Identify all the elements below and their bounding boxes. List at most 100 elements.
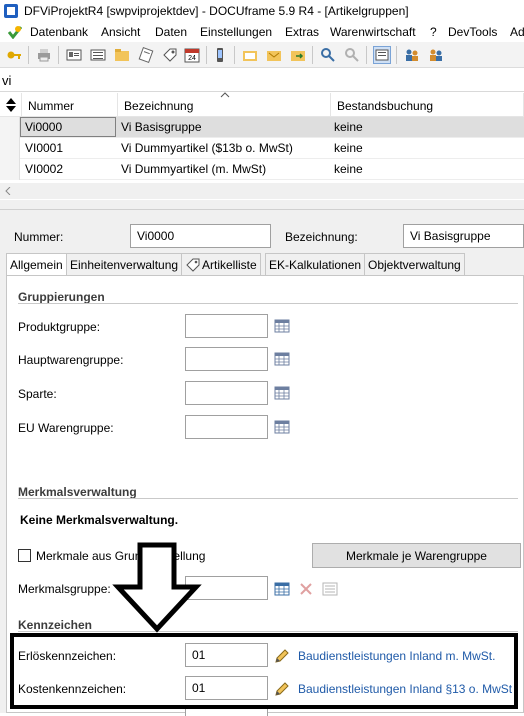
edit-pencil-icon[interactable] xyxy=(274,681,290,697)
folder-open-icon[interactable] xyxy=(242,47,258,63)
section-title-gruppierungen: Gruppierungen xyxy=(18,290,105,304)
table-lookup-icon[interactable] xyxy=(274,581,290,597)
tag-icon[interactable] xyxy=(162,47,178,63)
section-divider xyxy=(18,303,518,304)
erloeskennzeichen-label: Erlöskennzeichen: xyxy=(18,649,117,663)
key-icon[interactable] xyxy=(6,47,22,63)
menu-extras[interactable]: Extras xyxy=(285,25,319,39)
table-lookup-icon[interactable] xyxy=(274,351,290,367)
svg-text:24: 24 xyxy=(188,55,196,62)
merkmalsgruppe-field[interactable] xyxy=(185,576,268,600)
tab-einheitenverwaltung[interactable]: Einheitenverwaltung xyxy=(66,253,183,275)
column-header-bezeichnung-label: Bezeichnung xyxy=(124,99,194,113)
merkmalsgruppe-label: Merkmalsgruppe: xyxy=(18,582,111,596)
delete-icon[interactable] xyxy=(298,581,314,597)
section-divider xyxy=(18,631,518,632)
tab-artikelliste-label: Artikelliste xyxy=(202,258,257,272)
tab-allgemein[interactable]: Allgemein xyxy=(6,253,67,276)
tab-objektverwaltung[interactable]: Objektverwaltung xyxy=(364,253,465,275)
filter-input[interactable] xyxy=(2,71,520,89)
menu-bar: Datenbank Ansicht Daten Einstellungen Ex… xyxy=(0,22,524,42)
produktgruppe-field[interactable] xyxy=(185,314,268,338)
card-icon[interactable] xyxy=(66,47,82,63)
tab-artikelliste[interactable]: Artikelliste xyxy=(181,253,261,275)
menu-ansicht[interactable]: Ansicht xyxy=(101,25,140,39)
list-icon[interactable] xyxy=(90,47,106,63)
search-next-icon[interactable] xyxy=(344,47,360,63)
kostenkennzeichen-field[interactable]: 01 xyxy=(185,676,268,700)
stamp-icon[interactable] xyxy=(138,47,154,63)
cell-bestandsbuchung: keine xyxy=(334,120,363,134)
merkmale-je-warengruppe-button[interactable]: Merkmale je Warengruppe xyxy=(312,543,521,568)
menu-daten[interactable]: Daten xyxy=(155,25,187,39)
merkmale-notice: Keine Merkmalsverwaltung. xyxy=(20,513,179,527)
tab-ek-kalkulationen[interactable]: EK-Kalkulationen xyxy=(265,253,366,275)
merkmale-grundeinstellung-label[interactable]: Merkmale aus Grundeinstellung xyxy=(36,549,205,563)
column-header-bezeichnung[interactable]: Bezeichnung xyxy=(118,92,331,117)
erloeskennzeichen-field[interactable]: 01 xyxy=(185,643,268,667)
section-title-kennzeichen: Kennzeichen xyxy=(18,618,93,632)
sparte-field[interactable] xyxy=(185,381,268,405)
eu-warengruppe-label: EU Warengruppe: xyxy=(18,421,114,435)
cell-bezeichnung: Vi Dummyartikel ($13b o. MwSt) xyxy=(121,141,293,155)
horizontal-scrollbar[interactable] xyxy=(0,183,524,199)
table-row[interactable]: Vi0000 Vi Basisgruppe keine xyxy=(0,117,524,138)
folder-arrow-icon[interactable] xyxy=(290,47,306,63)
cell-nummer: VI0002 xyxy=(25,162,64,176)
menu-help[interactable]: ? xyxy=(430,25,437,39)
cell-bezeichnung: Vi Dummyartikel (m. MwSt) xyxy=(121,162,267,176)
nummer-label: Nummer: xyxy=(14,230,64,244)
cell-nummer: Vi0000 xyxy=(25,120,63,134)
folder-icon[interactable] xyxy=(114,47,130,63)
menu-warenwirtschaft[interactable]: Warenwirtschaft xyxy=(330,25,416,39)
kostenkennzeichen-link[interactable]: Baudienstleistungen Inland §13 o. MwSt xyxy=(298,682,512,696)
hauptwarengruppe-field[interactable] xyxy=(185,347,268,371)
bezeichnung-field[interactable]: Vi Basisgruppe xyxy=(403,224,524,248)
tag-icon xyxy=(186,258,200,272)
row-header[interactable] xyxy=(0,159,20,180)
menu-ad[interactable]: Ad xyxy=(510,25,524,39)
edit-pencil-icon[interactable] xyxy=(274,648,290,664)
row-header[interactable] xyxy=(0,138,20,159)
bezeichnung-label: Bezeichnung: xyxy=(285,230,358,244)
users-settings-icon[interactable] xyxy=(428,47,444,63)
column-header-nummer[interactable]: Nummer xyxy=(22,93,118,117)
table-lookup-icon[interactable] xyxy=(274,318,290,334)
table-lookup-icon[interactable] xyxy=(274,385,290,401)
table-row[interactable]: VI0002 Vi Dummyartikel (m. MwSt) keine xyxy=(0,159,524,180)
app-logo-icon[interactable] xyxy=(8,25,22,39)
erloeskennzeichen-link[interactable]: Baudienstleistungen Inland m. MwSt. xyxy=(298,649,495,663)
users-icon[interactable] xyxy=(404,47,420,63)
menu-datenbank[interactable]: Datenbank xyxy=(30,25,88,39)
nummer-field[interactable]: Vi0000 xyxy=(130,224,271,248)
mail-folder-icon[interactable] xyxy=(266,47,282,63)
calendar-icon[interactable]: 24 xyxy=(184,47,200,63)
form-view-icon[interactable] xyxy=(373,46,391,64)
table-row[interactable]: VI0001 Vi Dummyartikel ($13b o. MwSt) ke… xyxy=(0,138,524,159)
sort-arrows-icon xyxy=(6,98,16,112)
sort-toggle[interactable] xyxy=(0,93,22,117)
scroll-left-icon[interactable] xyxy=(5,187,11,195)
section-title-merkmalsverwaltung: Merkmalsverwaltung xyxy=(18,485,137,499)
title-bar: DFViProjektR4 [swpviprojektdev] - DOCUfr… xyxy=(0,0,524,22)
splitter[interactable] xyxy=(0,200,524,210)
phone-icon[interactable] xyxy=(212,47,228,63)
produktgruppe-label: Produktgruppe: xyxy=(18,320,101,334)
details-icon[interactable] xyxy=(322,581,338,597)
merkmale-grundeinstellung-checkbox[interactable] xyxy=(18,549,31,562)
column-header-bestandsbuchung[interactable]: Bestandsbuchung xyxy=(331,93,524,117)
print-icon[interactable] xyxy=(36,47,52,63)
sort-ascending-icon xyxy=(220,92,230,98)
eu-warengruppe-field[interactable] xyxy=(185,415,268,439)
toolbar: 24 xyxy=(0,42,524,68)
hauptwarengruppe-label: Hauptwarengruppe: xyxy=(18,353,124,367)
row-header[interactable] xyxy=(0,117,20,138)
search-icon[interactable] xyxy=(320,47,336,63)
table-lookup-icon[interactable] xyxy=(274,419,290,435)
menu-einstellungen[interactable]: Einstellungen xyxy=(200,25,272,39)
menu-devtools[interactable]: DevTools xyxy=(448,25,497,39)
cell-bestandsbuchung: keine xyxy=(334,162,363,176)
section-divider xyxy=(18,498,518,499)
sparte-label: Sparte: xyxy=(18,387,57,401)
next-field-partial[interactable] xyxy=(185,708,268,716)
